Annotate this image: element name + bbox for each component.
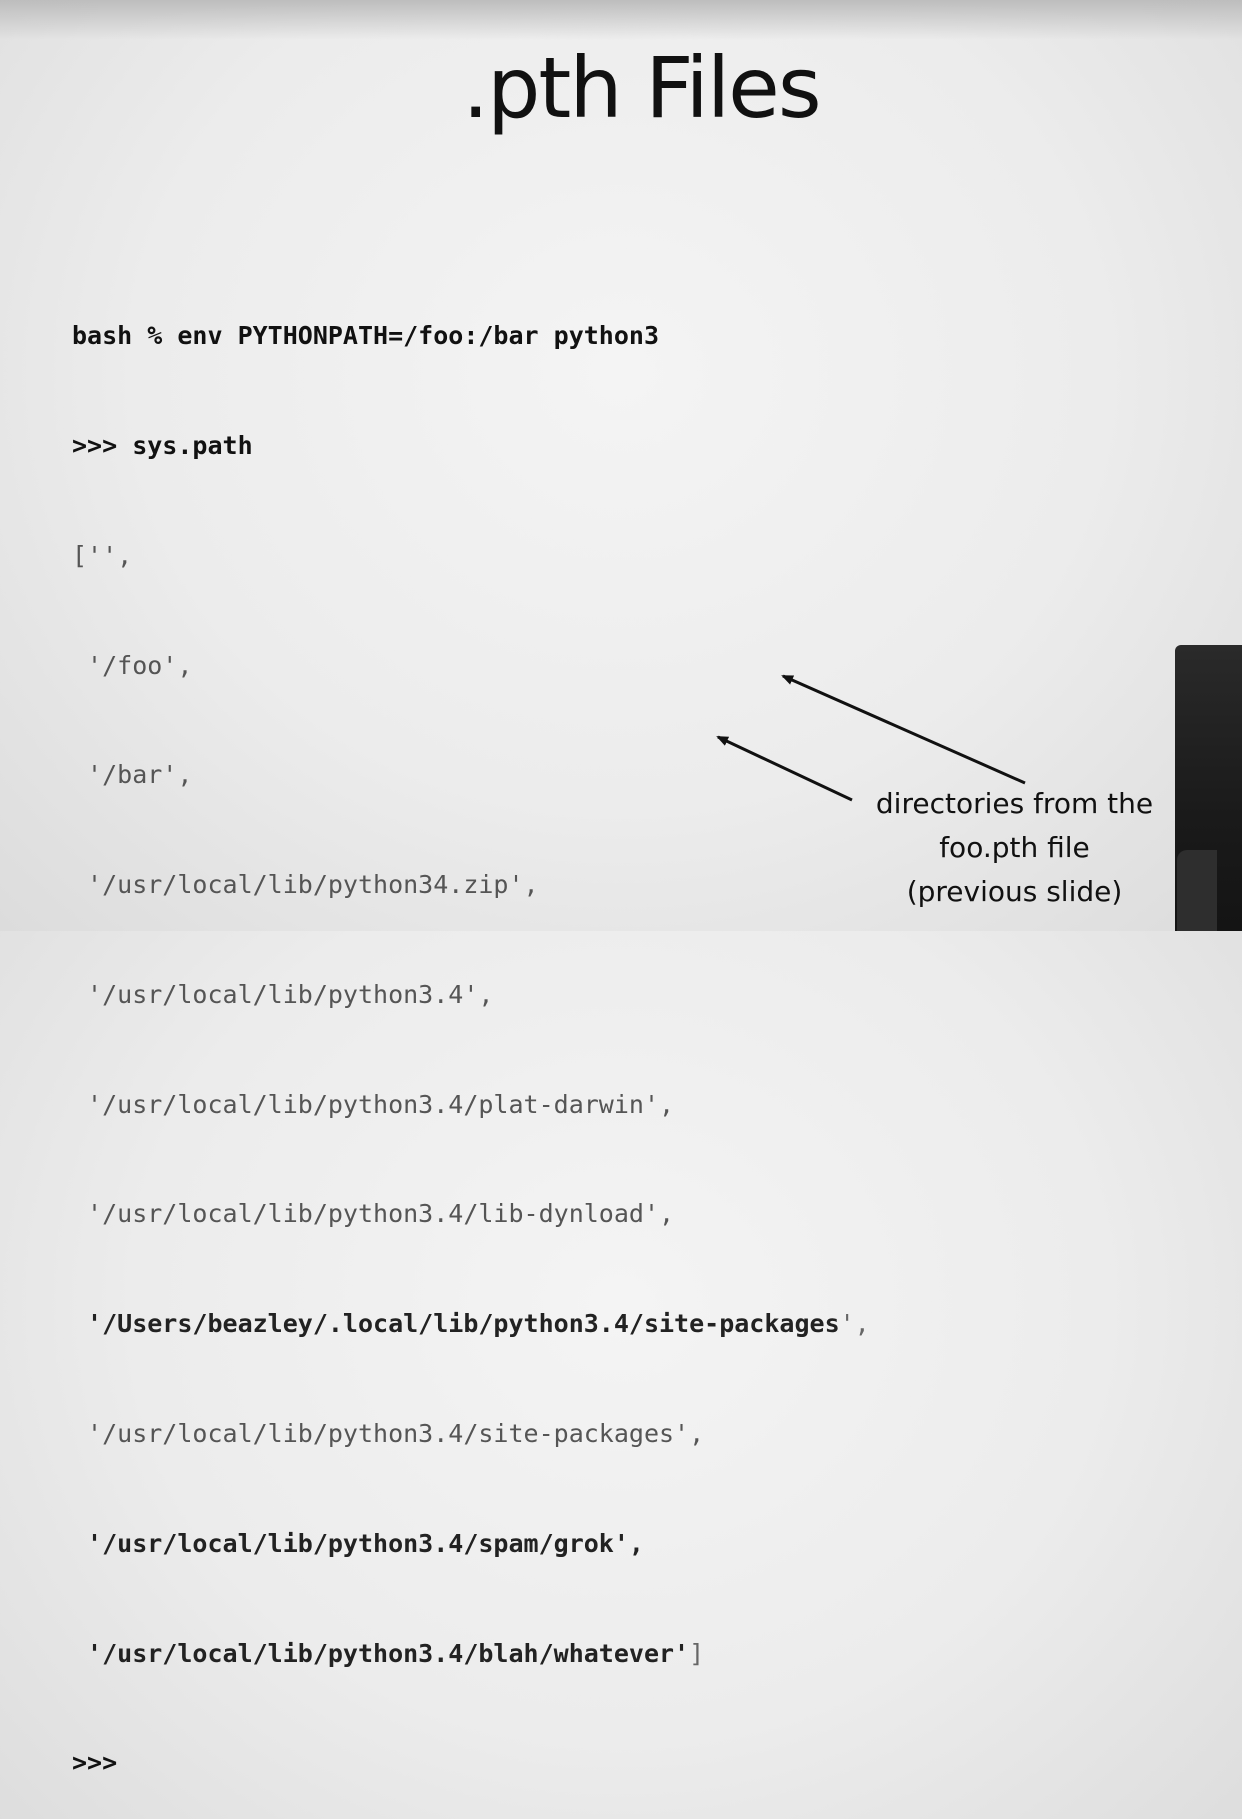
- output-line-user-site: '/Users/beazley/.local/lib/python3.4/sit…: [72, 1306, 870, 1343]
- user-site-path: '/Users/beazley/.local/lib/python3.4/sit…: [72, 1309, 840, 1339]
- output-line: '/usr/local/lib/python3.4',: [72, 979, 494, 1009]
- slide-title: .pth Files: [462, 39, 821, 137]
- annotation-line: directories from the: [875, 787, 1154, 820]
- python-prompt-line: >>> sys.path: [72, 430, 253, 460]
- output-line: '/usr/local/lib/python3.4/plat-darwin',: [72, 1089, 675, 1119]
- output-line: ['',: [72, 540, 133, 570]
- shell-command-line: bash % env PYTHONPATH=/foo:/bar python3: [72, 321, 659, 351]
- closing-bracket: ]: [689, 1638, 705, 1668]
- output-line: '/foo',: [72, 650, 193, 680]
- presenter-chair: [1177, 850, 1217, 931]
- annotation-line: (previous slide): [906, 875, 1123, 908]
- output-line: '/usr/local/lib/python34.zip',: [72, 870, 539, 900]
- code-block: bash % env PYTHONPATH=/foo:/bar python3 …: [72, 245, 870, 1819]
- final-prompt: >>>: [72, 1748, 118, 1778]
- output-line: '/usr/local/lib/python3.4/site-packages'…: [72, 1419, 705, 1448]
- output-line: '/bar',: [72, 760, 193, 790]
- highlighted-path-whatever: '/usr/local/lib/python3.4/blah/whatever': [72, 1638, 690, 1668]
- annotation-text: directories from the foo.pth file (previ…: [852, 782, 1177, 914]
- output-line-whatever: '/usr/local/lib/python3.4/blah/whatever'…: [72, 1636, 870, 1673]
- output-line: '/usr/local/lib/python3.4/lib-dynload',: [72, 1199, 675, 1229]
- top-shade: [0, 0, 1242, 40]
- highlighted-path-grok: '/usr/local/lib/python3.4/spam/grok',: [72, 1528, 644, 1558]
- line-tail: ',: [839, 1309, 870, 1339]
- annotation-line: foo.pth file: [939, 831, 1090, 864]
